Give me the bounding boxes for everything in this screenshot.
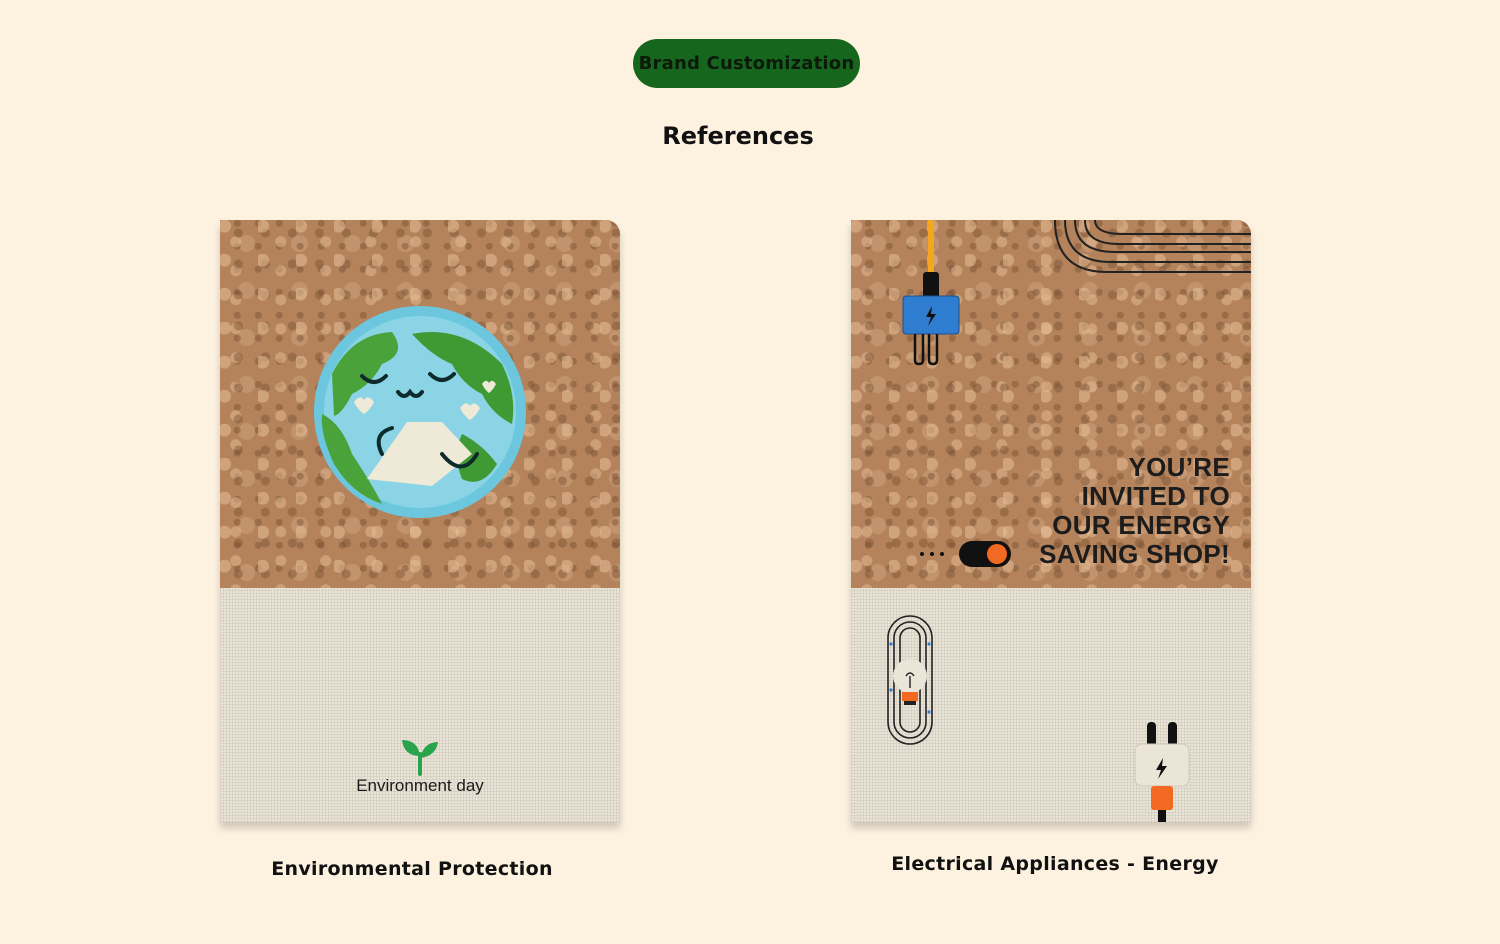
blue-plug-icon	[902, 220, 960, 366]
invite-line: SAVING SHOP!	[1039, 539, 1230, 569]
card-caption-environmental-protection: Environmental Protection	[271, 858, 553, 880]
reference-card-energy[interactable]: YOU’RE INVITED TO OUR ENERGY SAVING SHOP…	[851, 220, 1251, 822]
light-bulb-icon	[887, 615, 933, 745]
reference-card-environment[interactable]: Environment day	[220, 220, 620, 822]
page-title: References	[662, 122, 814, 150]
brand-customization-badge[interactable]: Brand Customization	[633, 39, 860, 88]
concentric-lines-icon	[1054, 220, 1251, 273]
toggle-switch-icon	[920, 541, 1011, 567]
invite-line: OUR ENERGY	[1052, 510, 1230, 540]
card-caption-electrical-appliances: Electrical Appliances - Energy	[891, 853, 1219, 875]
invite-line: INVITED TO	[1081, 481, 1230, 511]
sprout-icon	[402, 740, 438, 776]
environment-day-text: Environment day	[356, 776, 484, 795]
energy-shop-invitation: YOU’RE INVITED TO OUR ENERGY SAVING SHOP…	[990, 453, 1230, 569]
invite-line: YOU’RE	[1128, 452, 1230, 482]
earth-hug-icon	[314, 306, 526, 518]
white-plug-icon	[1134, 722, 1190, 822]
